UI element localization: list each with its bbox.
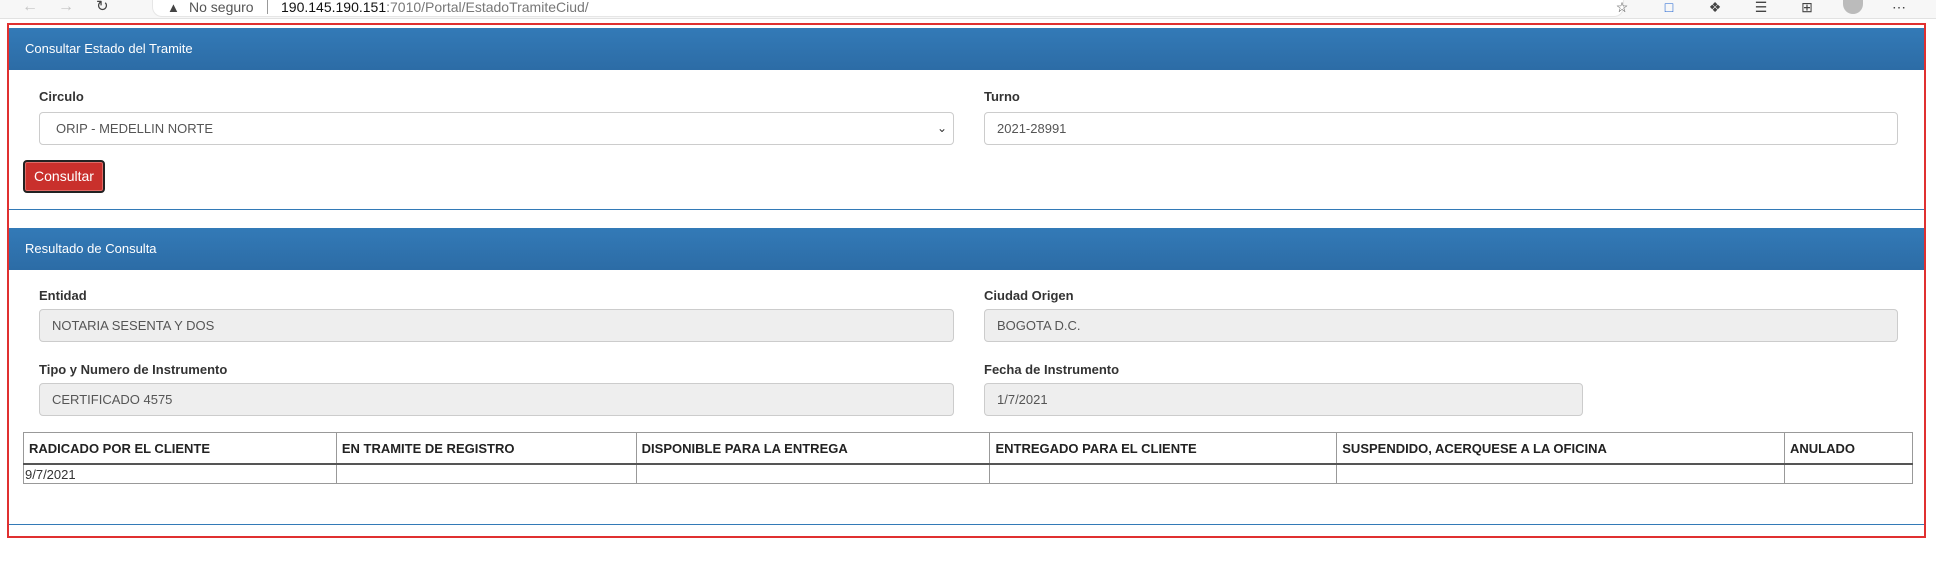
- status-table: RADICADO POR EL CLIENTE EN TRAMITE DE RE…: [23, 432, 1913, 484]
- profile-avatar[interactable]: [1843, 0, 1863, 14]
- col-radicado: RADICADO POR EL CLIENTE: [23, 432, 337, 465]
- address-bar[interactable]: ▲ No seguro 190.145.190.151:7010/Portal/…: [152, 0, 1628, 17]
- not-secure-label[interactable]: No seguro: [189, 0, 254, 14]
- url-text[interactable]: 190.145.190.151:7010/Portal/EstadoTramit…: [281, 0, 589, 14]
- circulo-label: Circulo: [39, 89, 84, 104]
- cell-entregado: [989, 463, 1338, 484]
- entidad-field: NOTARIA SESENTA Y DOS: [39, 309, 954, 342]
- warning-icon[interactable]: ▲: [167, 0, 180, 15]
- collections-icon[interactable]: ⊞: [1798, 0, 1816, 16]
- forward-icon[interactable]: →: [58, 0, 74, 15]
- cell-en-tramite: [335, 463, 637, 484]
- col-disponible: DISPONIBLE PARA LA ENTREGA: [635, 432, 991, 465]
- url-path: :7010/Portal/EstadoTramiteCiud/: [386, 0, 589, 15]
- consultar-button[interactable]: Consultar: [23, 160, 105, 193]
- reload-icon[interactable]: ↻: [96, 0, 109, 14]
- consulta-panel-title: Consultar Estado del Tramite: [9, 28, 1924, 70]
- favorite-star-icon[interactable]: ☆: [1613, 0, 1631, 16]
- tipo-instrumento-label: Tipo y Numero de Instrumento: [39, 362, 228, 377]
- puzzle-icon[interactable]: ❖: [1706, 0, 1724, 16]
- tipo-instrumento-field: CERTIFICADO 4575: [39, 383, 954, 416]
- browser-toolbar: ← → ↻ ▲ No seguro 190.145.190.151:7010/P…: [0, 0, 1936, 19]
- fecha-instrumento-field: 1/7/2021: [984, 383, 1583, 416]
- more-menu-icon[interactable]: ⋯: [1890, 0, 1908, 16]
- favorites-icon[interactable]: ☰: [1752, 0, 1770, 16]
- table-row: 9/7/2021: [23, 463, 1913, 484]
- col-suspendido: SUSPENDIDO, ACERQUESE A LA OFICINA: [1336, 432, 1785, 465]
- circulo-value: ORIP - MEDELLIN NORTE: [56, 121, 213, 136]
- fecha-instrumento-value: 1/7/2021: [997, 392, 1048, 407]
- col-entregado: ENTREGADO PARA EL CLIENTE: [989, 432, 1338, 465]
- col-en-tramite: EN TRAMITE DE REGISTRO: [335, 432, 637, 465]
- extension-icon[interactable]: □: [1660, 0, 1678, 16]
- fecha-instrumento-label: Fecha de Instrumento: [984, 362, 1120, 377]
- turno-label: Turno: [984, 89, 1020, 104]
- chevron-down-icon: ⌄: [936, 121, 947, 135]
- content-frame: Consultar Estado del Tramite Circulo ORI…: [7, 23, 1926, 538]
- col-anulado: ANULADO: [1784, 432, 1913, 465]
- ciudad-origen-label: Ciudad Origen: [984, 288, 1074, 303]
- cell-anulado: [1784, 463, 1913, 484]
- cell-suspendido: [1336, 463, 1785, 484]
- entidad-value: NOTARIA SESENTA Y DOS: [52, 318, 215, 333]
- turno-input[interactable]: 2021-28991: [984, 112, 1898, 145]
- table-header-row: RADICADO POR EL CLIENTE EN TRAMITE DE RE…: [23, 432, 1913, 465]
- ciudad-origen-field: BOGOTA D.C.: [984, 309, 1898, 342]
- circulo-select[interactable]: ORIP - MEDELLIN NORTE ⌄: [39, 112, 954, 145]
- url-host: 190.145.190.151: [281, 0, 387, 15]
- address-separator: [267, 0, 268, 14]
- entidad-label: Entidad: [39, 288, 87, 303]
- resultado-panel-title: Resultado de Consulta: [9, 228, 1924, 270]
- cell-radicado: 9/7/2021: [23, 463, 337, 484]
- turno-value: 2021-28991: [997, 121, 1067, 136]
- consulta-panel: Consultar Estado del Tramite Circulo ORI…: [9, 28, 1924, 210]
- tipo-instrumento-value: CERTIFICADO 4575: [52, 392, 173, 407]
- ciudad-origen-value: BOGOTA D.C.: [997, 318, 1081, 333]
- cell-disponible: [635, 463, 991, 484]
- back-icon[interactable]: ←: [22, 0, 38, 15]
